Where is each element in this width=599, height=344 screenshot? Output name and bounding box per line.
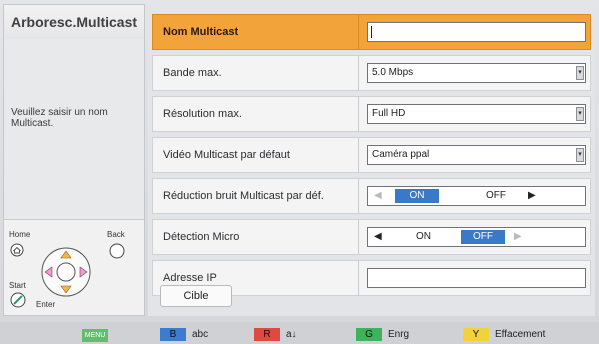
row-label: Bande max. bbox=[153, 56, 359, 90]
key-label: Effacement bbox=[495, 329, 546, 340]
cible-button[interactable]: Cible bbox=[160, 285, 232, 307]
select-value: 5.0 Mbps bbox=[372, 67, 414, 78]
back-button-icon bbox=[109, 243, 125, 259]
row-label: Réduction bruit Multicast par déf. bbox=[153, 179, 359, 213]
footer-key-red[interactable]: Ra↓ bbox=[254, 328, 297, 341]
screen: Arboresc.Multicast Veuillez saisir un no… bbox=[0, 0, 599, 344]
left-arrow-icon[interactable]: ◀ bbox=[374, 231, 382, 242]
bande-max-select[interactable]: 5.0 Mbps ▾ bbox=[367, 63, 586, 83]
panel-title: Arboresc.Multicast bbox=[4, 5, 144, 39]
key-label: abc bbox=[192, 329, 209, 340]
right-arrow-icon[interactable]: ▶ bbox=[528, 190, 536, 201]
footer-key-blue[interactable]: Babc bbox=[160, 328, 208, 341]
select-value: Full HD bbox=[372, 108, 406, 119]
row-nom-multicast[interactable]: Nom Multicast bbox=[152, 14, 591, 50]
home-icon bbox=[10, 243, 24, 257]
blue-chip: B bbox=[160, 328, 186, 341]
video-multicast-select[interactable]: Caméra ppal ▾ bbox=[367, 145, 586, 165]
row-label: Résolution max. bbox=[153, 97, 359, 131]
toggle-off-option[interactable]: OFF bbox=[461, 230, 505, 244]
row-label: Vidéo Multicast par défaut bbox=[153, 138, 359, 172]
select-value: Caméra ppal bbox=[372, 149, 430, 160]
remote-guide: Home Back Start Enter bbox=[4, 219, 144, 315]
row-resolution-max[interactable]: Résolution max. Full HD ▾ bbox=[152, 96, 591, 132]
dropdown-icon[interactable]: ▾ bbox=[576, 148, 584, 162]
resolution-max-select[interactable]: Full HD ▾ bbox=[367, 104, 586, 124]
help-text: Veuillez saisir un nom Multicast. bbox=[4, 39, 144, 215]
detection-micro-toggle[interactable]: ◀ ON OFF ▶ bbox=[367, 227, 586, 247]
settings-panel: Nom Multicast Bande max. 5.0 Mbps ▾ Réso… bbox=[148, 10, 595, 316]
dropdown-icon[interactable]: ▾ bbox=[576, 107, 584, 121]
reduction-bruit-toggle[interactable]: ◀ ON OFF ▶ bbox=[367, 186, 586, 206]
footer-key-yellow[interactable]: Y Effacement bbox=[463, 328, 545, 341]
toggle-off-option[interactable]: OFF bbox=[486, 190, 506, 201]
yellow-chip: Y bbox=[463, 328, 489, 341]
toggle-on-option[interactable]: ON bbox=[416, 231, 431, 242]
row-bande-max[interactable]: Bande max. 5.0 Mbps ▾ bbox=[152, 55, 591, 91]
menu-key[interactable]: MENU bbox=[82, 328, 114, 342]
menu-chip: MENU bbox=[82, 329, 108, 342]
left-arrow-icon[interactable]: ◀ bbox=[374, 190, 382, 201]
left-panel: Arboresc.Multicast Veuillez saisir un no… bbox=[3, 4, 145, 316]
row-reduction-bruit[interactable]: Réduction bruit Multicast par déf. ◀ ON … bbox=[152, 178, 591, 214]
green-chip: G bbox=[356, 328, 382, 341]
row-label: Nom Multicast bbox=[153, 15, 359, 49]
right-arrow-icon[interactable]: ▶ bbox=[514, 231, 522, 242]
remote-icons bbox=[10, 243, 125, 308]
row-detection-micro[interactable]: Détection Micro ◀ ON OFF ▶ bbox=[152, 219, 591, 255]
row-video-multicast[interactable]: Vidéo Multicast par défaut Caméra ppal ▾ bbox=[152, 137, 591, 173]
nom-multicast-input[interactable] bbox=[367, 22, 586, 42]
dropdown-icon[interactable]: ▾ bbox=[576, 66, 584, 80]
footer-key-green[interactable]: G Enrg bbox=[356, 328, 409, 341]
red-chip: R bbox=[254, 328, 280, 341]
footer-bar: MENU Babc Ra↓ G Enrg Y Effacement bbox=[0, 322, 599, 344]
key-label: Enrg bbox=[388, 329, 410, 340]
toggle-on-option[interactable]: ON bbox=[395, 189, 439, 203]
adresse-ip-input[interactable] bbox=[367, 268, 586, 288]
key-label: a↓ bbox=[286, 329, 297, 340]
dpad-icon bbox=[41, 247, 91, 297]
row-label: Détection Micro bbox=[153, 220, 359, 254]
start-icon bbox=[10, 292, 26, 308]
